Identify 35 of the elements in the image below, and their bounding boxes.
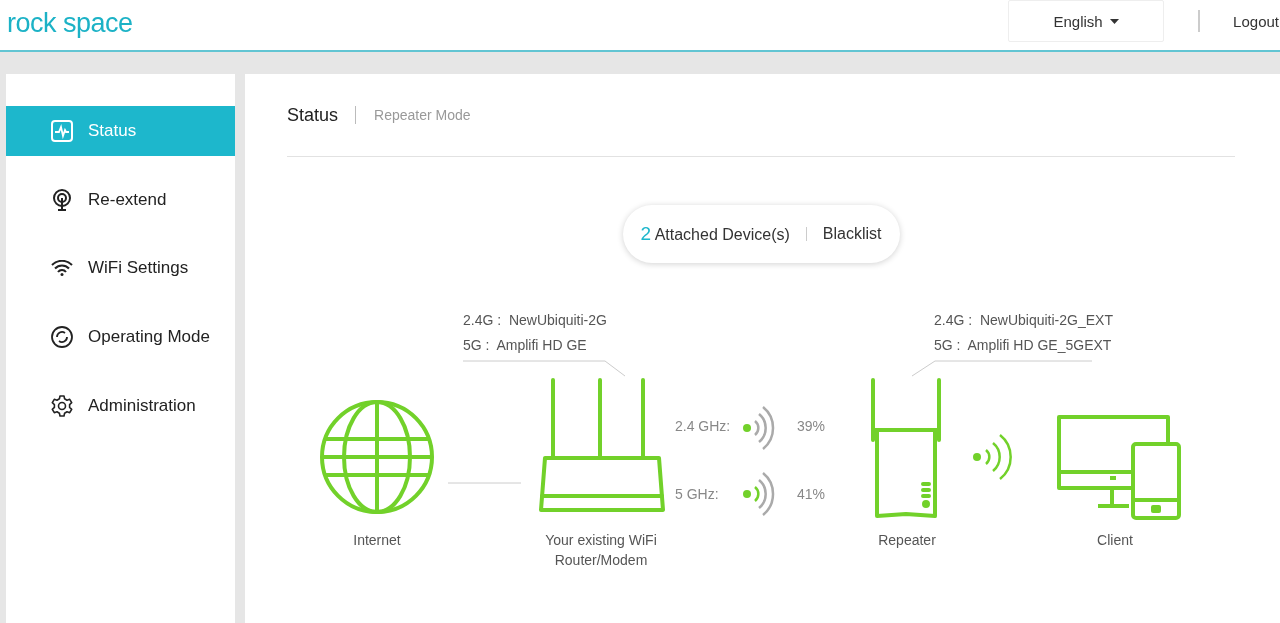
monitor-phone-icon [1056, 414, 1183, 520]
logout-link[interactable]: Logout [1233, 12, 1279, 30]
signal-dot [743, 424, 751, 432]
device-label: Internet [352, 531, 402, 550]
signal-reading: 41% [797, 486, 826, 502]
sidebar-item[interactable]: Operating Mode [6, 312, 235, 363]
attached-devices-link[interactable]: 2 Attached Device(s) [640, 223, 790, 245]
page-title: Status [287, 104, 339, 126]
mode-label: Repeater Mode [374, 107, 471, 123]
device-label: Client [1096, 531, 1134, 550]
globe-icon [319, 399, 435, 515]
caret-icon [1109, 18, 1119, 24]
pulse-icon [51, 120, 73, 142]
sidebar-item[interactable]: Re-extend [6, 174, 235, 225]
blacklist-link[interactable]: Blacklist [822, 225, 882, 243]
band-label: 2.4 GHz: [675, 418, 731, 434]
band-label: 5 GHz: [675, 486, 719, 502]
ssid-label: 2.4G : NewUbiquiti-2G_EXT [934, 311, 1113, 330]
ssid-label: 2.4G : NewUbiquiti-2G [463, 311, 607, 330]
antenna-icon [51, 188, 73, 211]
signal-reading: 39% [797, 418, 826, 434]
device-label: Your existing WiFi Router/Modem [544, 531, 658, 570]
device-label: Repeater [877, 531, 937, 550]
sidebar-item[interactable]: WiFi Settings [6, 243, 235, 294]
sidebar-item[interactable]: Administration [6, 380, 235, 431]
settings-icon [51, 394, 73, 417]
circle-icon [51, 326, 73, 349]
language-dropdown[interactable]: English [1008, 0, 1165, 42]
ssid-label: 5G : Amplifi HD GE_5GEXT [934, 336, 1113, 355]
router-icon [537, 378, 667, 514]
wifi-icon [51, 260, 73, 277]
repeater-icon [868, 378, 944, 520]
ssid-label: 5G : Amplifi HD GE [463, 336, 588, 355]
logo: rock space [7, 7, 133, 39]
signal-dot [743, 490, 751, 498]
